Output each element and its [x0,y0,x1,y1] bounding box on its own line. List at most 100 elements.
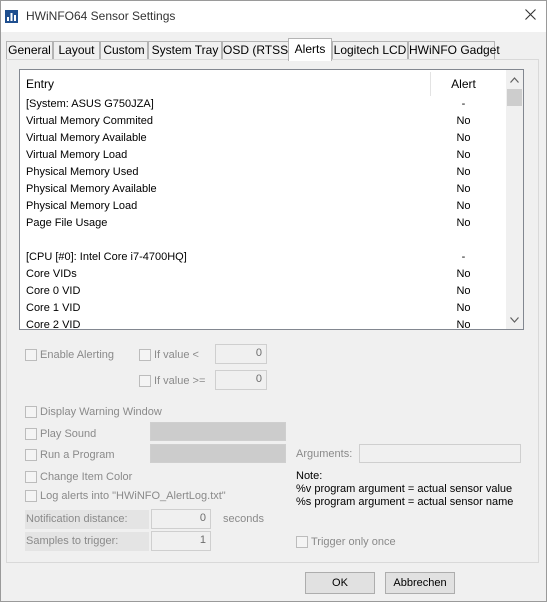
checkbox-box [25,449,37,461]
alert-cell: No [456,166,471,178]
entry-cell: [CPU [#0]: Intel Core i7-4700HQ] [26,251,187,263]
alert-cell: No [456,149,471,161]
chevron-down-icon [510,314,519,326]
list-item[interactable]: Virtual Memory Commited No [20,113,506,130]
list-item[interactable]: Virtual Memory Load No [20,147,506,164]
samples-to-trigger-input[interactable]: 1 [151,531,211,551]
close-button[interactable] [519,5,541,27]
arguments-input[interactable] [359,444,521,463]
alert-cell: No [456,302,471,314]
tab-osd-rtss[interactable]: OSD (RTSS) [222,41,292,60]
enable-alerting-checkbox[interactable]: Enable Alerting [25,348,114,362]
tab-alerts[interactable]: Alerts [288,38,332,61]
entry-cell: Core 1 VID [26,302,81,314]
list-item[interactable]: Core VIDs No [20,266,506,283]
if-value-greater-checkbox[interactable]: If value >= [139,374,205,388]
display-warning-label: Display Warning Window [40,406,162,418]
scroll-up-button[interactable] [506,71,523,88]
trigger-only-once-checkbox[interactable]: Trigger only once [296,535,396,549]
run-program-label: Run a Program [40,449,115,461]
if-value-greater-input[interactable]: 0 [215,370,267,390]
scroll-thumb[interactable] [507,89,522,106]
column-header-alert[interactable]: Alert [431,77,496,91]
settings-window: HWiNFO64 Sensor Settings General Layout … [0,0,547,602]
checkbox-box [25,349,37,361]
checkbox-box [139,375,151,387]
sound-file-field[interactable] [150,422,286,441]
alert-cell: No [456,268,471,280]
checkbox-box [25,490,37,502]
list-item[interactable]: Core 0 VID No [20,283,506,300]
note-line-value: %v program argument = actual sensor valu… [296,483,513,495]
tab-system-tray[interactable]: System Tray [148,41,222,60]
note-title: Note: [296,470,323,482]
change-item-color-checkbox[interactable]: Change Item Color [25,470,132,484]
alert-cell: No [456,183,471,195]
alert-cell: No [456,200,471,212]
checkbox-box [25,471,37,483]
alert-cell: No [456,132,471,144]
hwinfo-app-icon [5,10,18,23]
window-title: HWiNFO64 Sensor Settings [26,9,176,23]
enable-alerting-label: Enable Alerting [40,349,114,361]
play-sound-checkbox[interactable]: Play Sound [25,427,96,441]
entry-cell: [System: ASUS G750JZA] [26,98,154,110]
list-item[interactable]: Virtual Memory Available No [20,130,506,147]
entry-cell: Virtual Memory Available [26,132,147,144]
arguments-label: Arguments: [296,448,353,460]
checkbox-box [139,349,151,361]
close-icon [524,9,536,23]
play-sound-label: Play Sound [40,428,97,440]
alert-cell: No [456,115,471,127]
log-alerts-checkbox[interactable]: Log alerts into "HWiNFO_AlertLog.txt" [25,489,226,503]
run-program-checkbox[interactable]: Run a Program [25,448,115,462]
if-value-less-input[interactable]: 0 [215,344,267,364]
list-header: Entry Alert [20,70,506,96]
if-value-greater-label: If value >= [154,375,206,387]
list-item[interactable]: [System: ASUS G750JZA] - [20,96,506,113]
if-value-less-checkbox[interactable]: If value < [139,348,199,362]
list-item[interactable] [20,232,506,249]
sensor-list[interactable]: Entry Alert [System: ASUS G750JZA] - Virt… [19,69,524,330]
alert-cell: - [461,251,466,263]
entry-cell: Physical Memory Available [26,183,157,195]
tab-general[interactable]: General [6,41,53,60]
tab-layout[interactable]: Layout [53,41,100,60]
scroll-down-button[interactable] [506,311,523,328]
entry-cell: Core 2 VID [26,319,81,330]
entry-cell: Page File Usage [26,217,108,229]
list-item[interactable]: Physical Memory Available No [20,181,506,198]
entry-cell: Physical Memory Used [26,166,139,178]
program-path-field[interactable] [150,444,286,463]
display-warning-checkbox[interactable]: Display Warning Window [25,405,162,419]
entry-cell: Virtual Memory Load [26,149,128,161]
tab-hwinfo-gadget[interactable]: HWiNFO Gadget [408,41,500,60]
ok-button[interactable]: OK [305,572,375,594]
chevron-up-icon [510,74,519,86]
checkbox-box [25,428,37,440]
list-item[interactable]: [CPU [#0]: Intel Core i7-4700HQ] - [20,249,506,266]
entry-cell: Core VIDs [26,268,77,280]
alert-cell: No [456,217,471,229]
change-item-color-label: Change Item Color [40,471,133,483]
list-item[interactable]: Physical Memory Used No [20,164,506,181]
list-item[interactable]: Core 1 VID No [20,300,506,317]
list-item[interactable]: Page File Usage No [20,215,506,232]
alert-cell: No [456,285,471,297]
entry-cell: Core 0 VID [26,285,81,297]
checkbox-box [296,536,308,548]
cancel-button[interactable]: Abbrechen [385,572,455,594]
list-rows: [System: ASUS G750JZA] - Virtual Memory C… [20,96,506,330]
list-item[interactable]: Physical Memory Load No [20,198,506,215]
list-scrollbar[interactable] [506,70,523,329]
list-item[interactable]: Core 2 VID No [20,317,506,330]
tab-custom[interactable]: Custom [100,41,148,60]
notification-distance-input[interactable]: 0 [151,509,211,529]
if-value-less-label: If value < [154,349,199,361]
checkbox-box [25,406,37,418]
trigger-only-once-label: Trigger only once [311,536,396,548]
tab-logitech-lcd[interactable]: Logitech LCD [332,41,408,60]
entry-cell: Virtual Memory Commited [26,115,153,127]
notification-distance-label: Notification distance: [26,513,128,525]
column-header-entry[interactable]: Entry [26,77,54,91]
